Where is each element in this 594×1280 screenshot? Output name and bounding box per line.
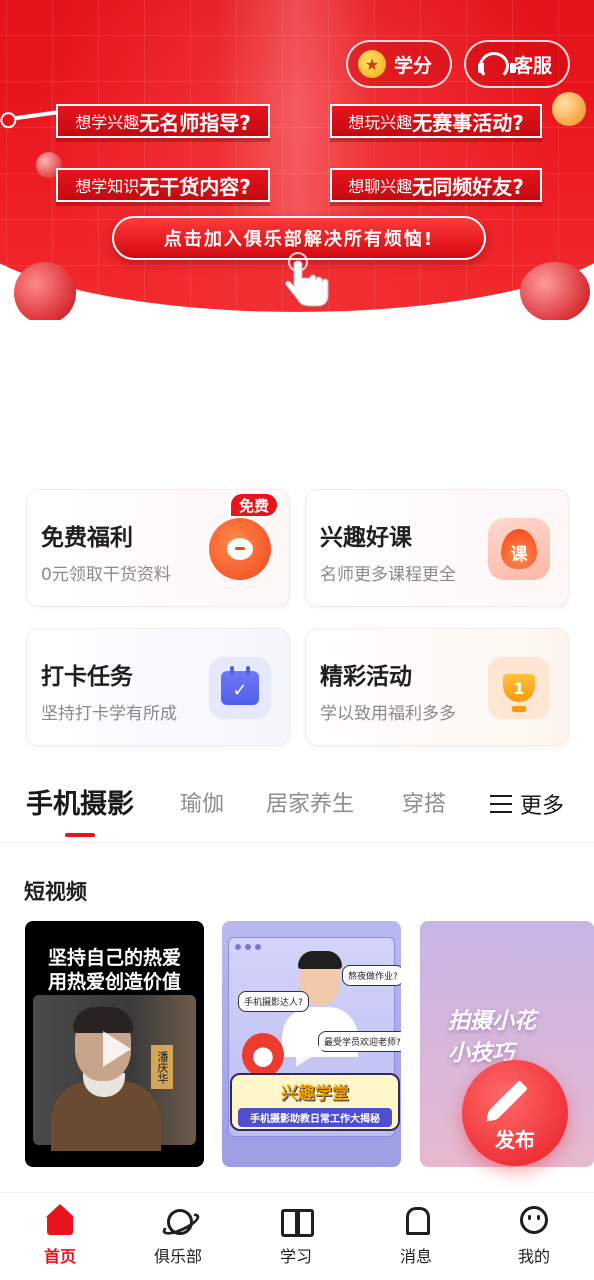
tab-home-wellness[interactable]: 居家养生 (266, 786, 354, 818)
video-card[interactable]: 坚持自己的热爱 用热爱创造价值 潘庆华 (25, 921, 204, 1167)
publish-button[interactable]: 发布 (462, 1060, 568, 1166)
card-subtitle: 坚持打卡学有所成 (41, 704, 177, 724)
decor-orb (552, 92, 586, 126)
points-button[interactable]: ★ 学分 (346, 40, 452, 88)
question-prefix: 想学知识 (75, 177, 140, 196)
window-dots (235, 944, 261, 950)
question-banner: 想学知识 无干货内容? (56, 168, 270, 202)
book-icon (281, 1205, 314, 1237)
card-title: 精彩活动 (320, 664, 412, 690)
play-icon (296, 1031, 324, 1067)
video-banner-title: 兴趣学堂 (281, 1084, 349, 1104)
question-prefix: 想玩兴趣 (348, 113, 413, 132)
card-title: 打卡任务 (41, 664, 133, 690)
tap-hand-icon (285, 252, 329, 307)
name-tag: 潘庆华 (151, 1045, 173, 1089)
nav-messages[interactable]: 消息 (376, 1205, 456, 1267)
question-banner: 想玩兴趣 无赛事活动? (330, 104, 542, 138)
points-label: 学分 (394, 54, 433, 77)
bell-icon (401, 1205, 431, 1235)
free-badge: 免费 (228, 492, 279, 518)
publish-label: 发布 (495, 1128, 535, 1152)
active-tab-indicator (65, 833, 95, 837)
nav-home[interactable]: 首页 (20, 1204, 100, 1267)
card-subtitle: 0元领取干货资料 (41, 565, 171, 585)
question-emphasis: 无名师指导? (139, 110, 251, 135)
question-banner: 想聊兴趣 无同频好友? (330, 168, 542, 202)
card-subtitle: 名师更多课程更全 (320, 565, 456, 585)
feature-card-interest-courses[interactable]: 兴趣好课 名师更多课程更全 课 (305, 489, 569, 607)
calendar-check-icon: ✓ (209, 657, 271, 719)
more-label: 更多 (520, 794, 565, 819)
tab-mobile-photography[interactable]: 手机摄影 (26, 782, 134, 821)
divider (0, 842, 594, 843)
feature-card-free-benefits[interactable]: 免费福利 0元领取干货资料 免费 (26, 489, 290, 607)
menu-icon (490, 795, 512, 813)
decor-orb (520, 262, 590, 320)
customer-service-button[interactable]: 客服 (464, 40, 570, 88)
course-icon-text: 课 (501, 529, 537, 569)
question-emphasis: 无赛事活动? (412, 110, 524, 135)
star-coin-icon: ★ (358, 50, 386, 78)
feature-card-activities[interactable]: 精彩活动 学以致用福利多多 1 (305, 628, 569, 746)
person-illustration (298, 951, 342, 969)
card-subtitle: 学以致用福利多多 (320, 704, 456, 724)
nav-club[interactable]: 俱乐部 (138, 1205, 218, 1267)
section-title: 短视频 (24, 880, 87, 904)
headset-icon (476, 50, 516, 80)
nav-label: 我的 (517, 1247, 550, 1266)
nav-label: 首页 (43, 1247, 76, 1266)
pencil-icon (488, 1080, 528, 1120)
home-icon (45, 1204, 75, 1235)
question-prefix: 想聊兴趣 (348, 177, 413, 196)
video-caption: 用热爱创造价值 (47, 971, 181, 993)
decor-orb (14, 262, 76, 320)
tab-yoga[interactable]: 瑜伽 (180, 786, 224, 818)
question-banner: 想学兴趣 无名师指导? (56, 104, 270, 138)
flame-course-icon: 课 (488, 518, 550, 580)
question-prefix: 想学兴趣 (75, 113, 140, 132)
card-title: 兴趣好课 (320, 525, 412, 551)
hero-banner: ★ 学分 客服 想学兴趣 无名师指导? 想玩兴趣 无赛事活动? 想学知识 无干货内容?… (0, 0, 594, 320)
speech-bubble: 最受学员欢迎老师? (318, 1031, 401, 1052)
planet-icon (163, 1205, 193, 1235)
speech-bubble: 手机摄影达人? (238, 991, 309, 1012)
person-illustration (73, 1007, 133, 1033)
question-emphasis: 无干货内容? (139, 174, 251, 199)
chat-bubble-icon: 免费 (209, 492, 279, 580)
trophy-icon-text: 1 (503, 674, 535, 712)
question-emphasis: 无同频好友? (412, 174, 524, 199)
nav-label: 消息 (399, 1247, 432, 1266)
more-categories-button[interactable]: 更多 (490, 788, 564, 820)
nav-profile[interactable]: 我的 (494, 1205, 574, 1267)
video-caption: 拍摄小花 (448, 1009, 537, 1034)
feature-card-checkin-tasks[interactable]: 打卡任务 坚持打卡学有所成 ✓ (26, 628, 290, 746)
play-icon (103, 1031, 131, 1067)
nav-learn[interactable]: 学习 (256, 1205, 336, 1267)
video-card[interactable]: 熬夜做作业? 手机摄影达人? 最受学员欢迎老师? 兴趣学堂 手机摄影助教日常工作… (222, 921, 401, 1167)
bottom-nav: 首页 俱乐部 学习 消息 我的 (0, 1192, 594, 1280)
tab-outfits[interactable]: 穿搭 (402, 786, 446, 818)
speech-bubble: 熬夜做作业? (342, 965, 401, 986)
category-tabs: 手机摄影 瑜伽 居家养生 穿搭 更多 (0, 778, 594, 842)
card-title: 免费福利 (41, 525, 133, 551)
face-icon (519, 1205, 549, 1235)
video-caption: 坚持自己的热爱 (47, 947, 181, 969)
nav-label: 学习 (279, 1247, 312, 1266)
service-label: 客服 (514, 54, 553, 77)
trophy-icon: 1 (488, 657, 550, 719)
video-banner-subtitle: 手机摄影助教日常工作大揭秘 (238, 1108, 392, 1127)
nav-label: 俱乐部 (153, 1247, 202, 1266)
mascot-illustration (242, 1033, 284, 1077)
video-banner: 兴趣学堂 手机摄影助教日常工作大揭秘 (230, 1073, 400, 1131)
